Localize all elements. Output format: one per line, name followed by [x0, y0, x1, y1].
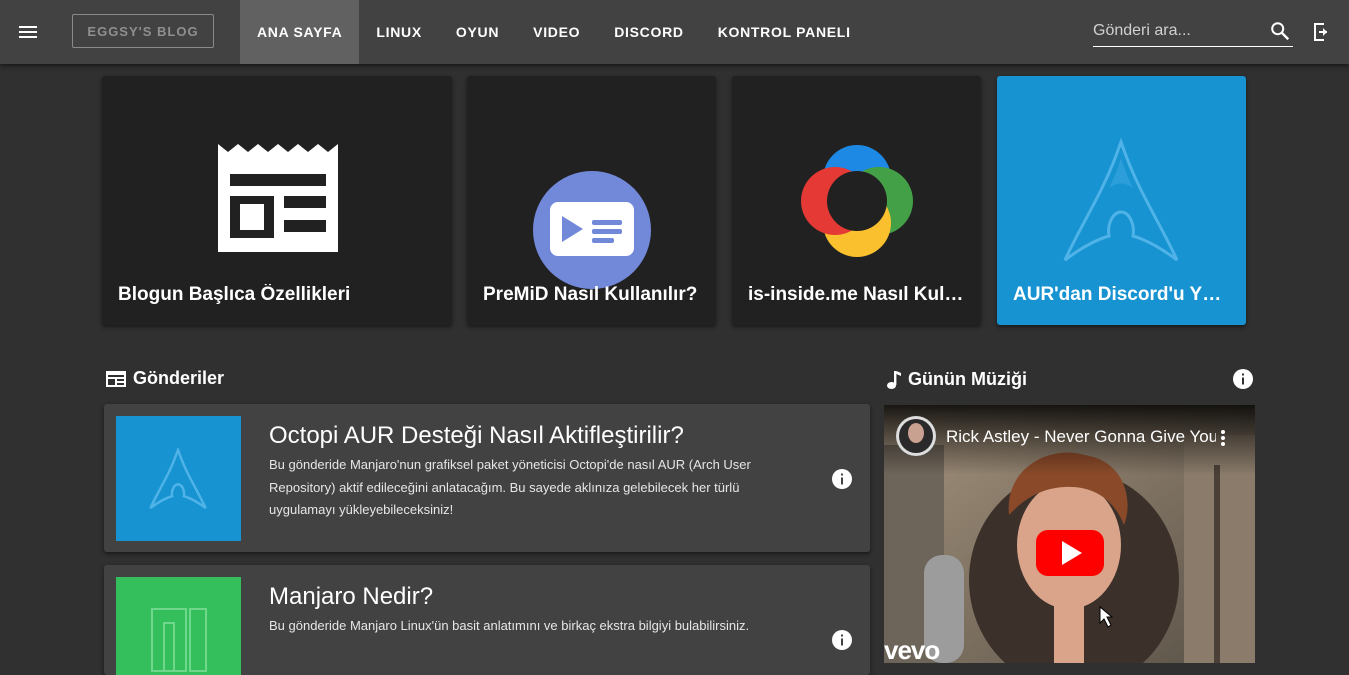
- post-title[interactable]: Manjaro Nedir?: [269, 583, 433, 611]
- music-section-title: Günün Müziği: [908, 369, 1027, 389]
- nav-control-panel[interactable]: KONTROL PANELI: [701, 0, 868, 64]
- arch-linux-logo: [149, 448, 207, 510]
- info-icon[interactable]: [1233, 369, 1253, 389]
- posts-section-title: Gönderiler: [133, 368, 225, 388]
- post-title[interactable]: Octopi AUR Desteği Nasıl Aktifleştirilir…: [269, 422, 684, 450]
- post-thumbnail: [116, 577, 241, 675]
- music-note-icon: [887, 370, 901, 389]
- nav-discord[interactable]: DISCORD: [597, 0, 700, 64]
- post-thumbnail: [116, 416, 241, 541]
- newspaper-icon: [218, 144, 338, 252]
- info-icon[interactable]: [832, 469, 852, 489]
- main-nav: ANA SAYFA LINUX OYUN VIDEO DISCORD KONTR…: [240, 0, 868, 64]
- nav-oyun[interactable]: OYUN: [439, 0, 516, 64]
- nav-video[interactable]: VIDEO: [516, 0, 597, 64]
- search-input[interactable]: [1093, 19, 1263, 43]
- search-icon[interactable]: [1269, 20, 1291, 42]
- featured-card-premid[interactable]: PreMiD Nasıl Kullanılır?: [467, 76, 716, 325]
- newspaper-icon: [106, 370, 126, 387]
- more-vert-icon[interactable]: [1220, 429, 1226, 447]
- top-app-bar: EGGSY'S BLOG ANA SAYFA LINUX OYUN VIDEO …: [0, 0, 1349, 64]
- featured-card-aur-discord[interactable]: AUR'dan Discord'u Yükleme: [997, 76, 1246, 325]
- nav-home[interactable]: ANA SAYFA: [240, 0, 360, 64]
- sharex-logo: [801, 145, 913, 257]
- featured-card-title: is-inside.me Nasıl Kullanılır?: [748, 284, 965, 305]
- video-title[interactable]: Rick Astley - Never Gonna Give You Up: [946, 427, 1216, 447]
- featured-card-title: PreMiD Nasıl Kullanılır?: [483, 284, 698, 305]
- youtube-video-embed[interactable]: Rick Astley - Never Gonna Give You Up ve…: [884, 405, 1255, 663]
- menu-icon[interactable]: [16, 20, 40, 44]
- featured-card-title: AUR'dan Discord'u Yükleme: [1013, 284, 1230, 305]
- manjaro-logo: [151, 608, 207, 672]
- post-card-octopi[interactable]: Octopi AUR Desteği Nasıl Aktifleştirilir…: [104, 404, 870, 552]
- post-card-manjaro[interactable]: Manjaro Nedir? Bu gönderide Manjaro Linu…: [104, 565, 870, 675]
- arch-linux-logo: [1063, 138, 1179, 262]
- vevo-logo: vevo: [884, 635, 940, 663]
- featured-card-features[interactable]: Blogun Başlıca Özellikleri: [102, 76, 452, 325]
- post-description: Bu gönderide Manjaro Linux'ün basit anla…: [269, 618, 750, 633]
- music-section-heading: Günün Müziği: [886, 369, 1027, 390]
- blog-brand-button[interactable]: EGGSY'S BLOG: [72, 14, 214, 48]
- nav-linux[interactable]: LINUX: [359, 0, 439, 64]
- post-description: Bu gönderide Manjaro'nun grafiksel paket…: [269, 457, 751, 517]
- logout-icon[interactable]: [1310, 20, 1334, 44]
- info-icon[interactable]: [832, 630, 852, 650]
- posts-section-heading: Gönderiler: [105, 368, 224, 389]
- premid-logo: [533, 171, 651, 289]
- search-box: [1093, 17, 1293, 47]
- featured-card-isinside[interactable]: is-inside.me Nasıl Kullanılır?: [732, 76, 981, 325]
- featured-card-title: Blogun Başlıca Özellikleri: [118, 284, 351, 305]
